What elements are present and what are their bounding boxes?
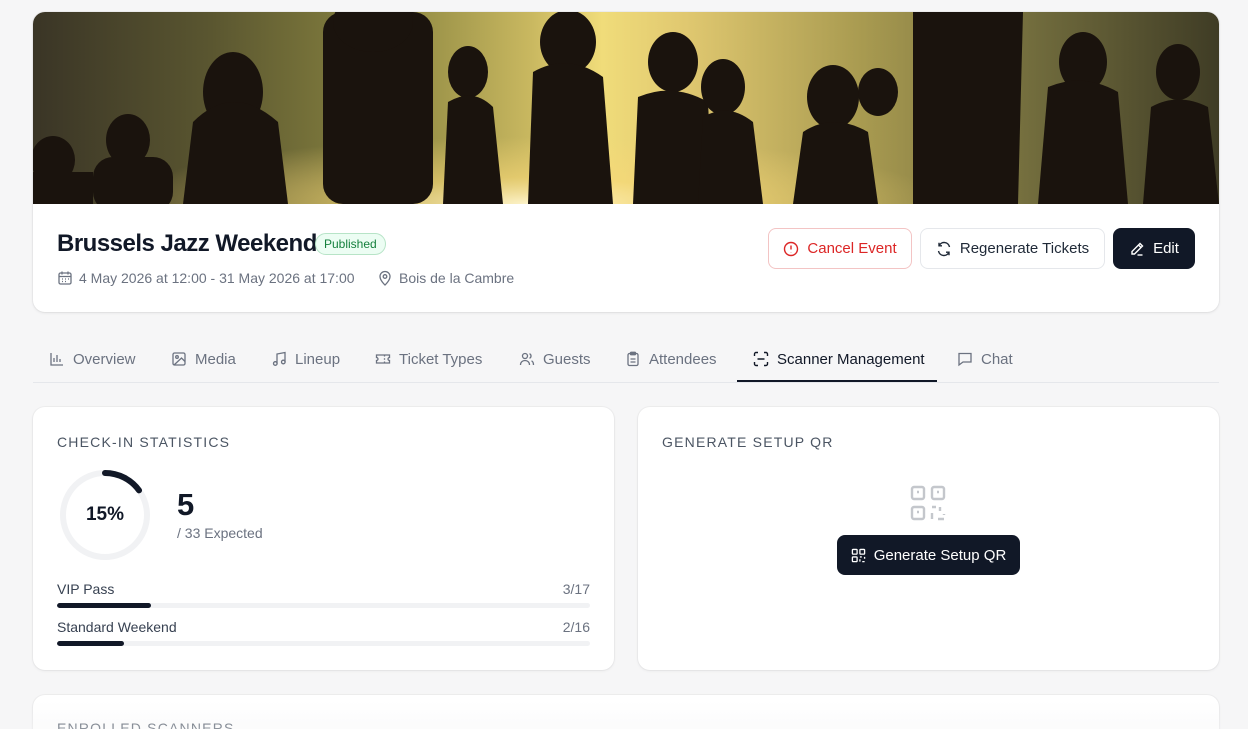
tab-label: Overview xyxy=(73,350,136,368)
music-icon xyxy=(272,351,286,366)
ticket-type-name: Standard Weekend xyxy=(57,619,177,635)
enrolled-scanners-card: ENROLLED SCANNERS xyxy=(33,695,1219,729)
ticket-type-row: Standard Weekend 2/16 xyxy=(57,619,590,651)
tab-scanner-management[interactable]: Scanner Management xyxy=(753,336,925,382)
bar-chart-icon xyxy=(50,353,63,366)
cancel-event-button[interactable]: Cancel Event xyxy=(768,228,912,269)
qr-code-icon xyxy=(910,485,946,521)
cancel-event-label: Cancel Event xyxy=(807,240,897,257)
map-pin-icon xyxy=(379,270,391,286)
checkin-percent: 15% xyxy=(85,504,125,525)
status-badge: Published xyxy=(315,233,386,255)
tab-label: Guests xyxy=(543,350,591,368)
tab-attendees[interactable]: Attendees xyxy=(625,336,717,382)
ticket-type-count: 3/17 xyxy=(562,581,590,597)
event-title: Brussels Jazz Weekend xyxy=(57,230,317,257)
event-datetime: 4 May 2026 at 12:00 - 31 May 2026 at 17:… xyxy=(57,270,355,286)
checkin-statistics-title: CHECK-IN STATISTICS xyxy=(57,434,231,450)
refresh-icon xyxy=(937,241,951,256)
tab-label: Scanner Management xyxy=(777,350,925,368)
regenerate-tickets-button[interactable]: Regenerate Tickets xyxy=(920,228,1105,269)
event-tabs: Overview Media Lineup Ticket Types Guest… xyxy=(33,336,1219,383)
tab-label: Media xyxy=(195,350,236,368)
message-icon xyxy=(958,352,972,367)
ticket-type-progress-fill xyxy=(57,641,124,646)
calendar-icon xyxy=(58,271,72,285)
event-banner-image xyxy=(33,12,1219,204)
active-tab-indicator xyxy=(737,380,937,382)
checked-in-count: 5 xyxy=(177,487,195,522)
event-location-text: Bois de la Cambre xyxy=(399,270,515,286)
edit-button[interactable]: Edit xyxy=(1113,228,1195,269)
regenerate-tickets-label: Regenerate Tickets xyxy=(959,240,1090,257)
users-icon xyxy=(519,352,535,366)
generate-setup-qr-label: Generate Setup QR xyxy=(873,546,1007,564)
tab-media[interactable]: Media xyxy=(171,336,236,382)
pencil-icon xyxy=(1131,242,1144,256)
qr-code-icon xyxy=(851,548,865,562)
edit-label: Edit xyxy=(1153,240,1179,257)
ticket-type-progress-track xyxy=(57,641,590,646)
tab-label: Lineup xyxy=(295,350,341,368)
generate-setup-qr-button[interactable]: Generate Setup QR xyxy=(837,535,1020,575)
event-datetime-text: 4 May 2026 at 12:00 - 31 May 2026 at 17:… xyxy=(79,270,355,286)
tab-label: Ticket Types xyxy=(399,350,483,368)
alert-circle-icon xyxy=(784,241,799,256)
tab-guests[interactable]: Guests xyxy=(519,336,591,382)
generate-setup-qr-title: GENERATE SETUP QR xyxy=(662,434,834,450)
tab-chat[interactable]: Chat xyxy=(957,336,1013,382)
tab-label: Attendees xyxy=(649,350,717,368)
event-header-card: Brussels Jazz Weekend Published 4 May 20… xyxy=(33,12,1219,312)
ticket-type-progress-fill xyxy=(57,603,151,608)
ticket-icon xyxy=(375,354,391,364)
tab-ticket-types[interactable]: Ticket Types xyxy=(375,336,482,382)
tab-lineup[interactable]: Lineup xyxy=(271,336,340,382)
ticket-type-progress-track xyxy=(57,603,590,608)
image-icon xyxy=(172,352,186,366)
enrolled-scanners-title: ENROLLED SCANNERS xyxy=(57,720,235,729)
tab-overview[interactable]: Overview xyxy=(49,336,136,382)
expected-count: / 33 Expected xyxy=(177,525,263,541)
generate-setup-qr-card: GENERATE SETUP QR Generate Setup QR xyxy=(638,407,1219,670)
ticket-type-row: VIP Pass 3/17 xyxy=(57,581,590,613)
clipboard-icon xyxy=(627,351,639,367)
checkin-statistics-card: CHECK-IN STATISTICS 15% 5 / 33 Expected … xyxy=(33,407,614,670)
ticket-type-count: 2/16 xyxy=(562,619,590,635)
event-location: Bois de la Cambre xyxy=(377,270,514,286)
ticket-type-name: VIP Pass xyxy=(57,581,115,597)
scan-icon xyxy=(753,351,769,367)
tab-label: Chat xyxy=(981,350,1013,368)
crowd-silhouette-image xyxy=(33,12,1219,204)
